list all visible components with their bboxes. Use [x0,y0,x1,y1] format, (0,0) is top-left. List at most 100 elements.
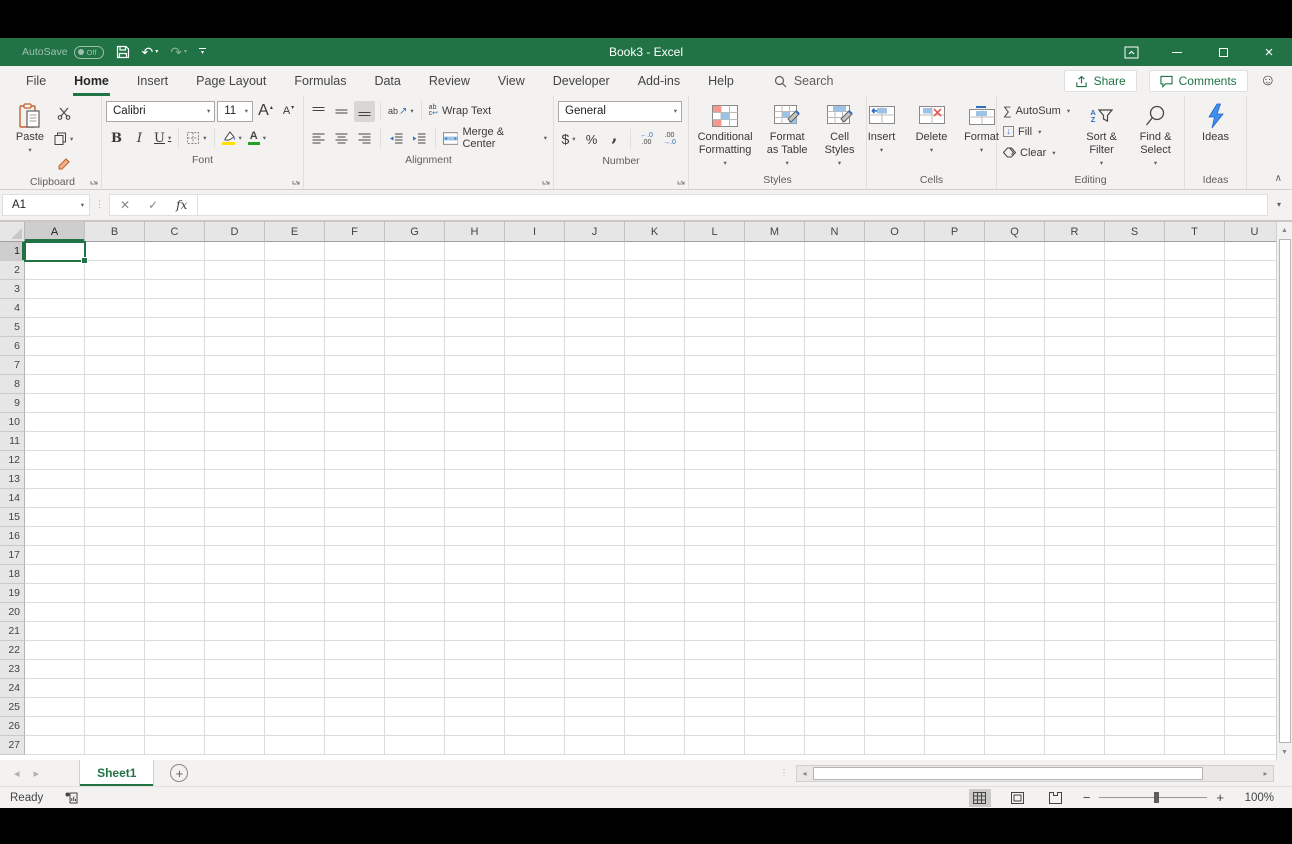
copy-button[interactable]: ▾ [52,128,75,149]
next-sheet-icon[interactable]: ▸ [34,767,40,780]
merge-center-button[interactable]: Merge & Center ▾ [441,128,549,149]
row-cells[interactable] [25,546,1276,565]
normal-view-button[interactable] [969,789,991,807]
scroll-down-icon[interactable]: ▼ [1277,744,1292,760]
grid[interactable]: ABCDEFGHIJKLMNOPQRSTU 123456789101112131… [0,222,1276,760]
row-cells[interactable] [25,394,1276,413]
delete-cells-button[interactable]: Delete ▾ [910,99,954,157]
borders-button[interactable]: ▾ [184,128,208,149]
tab-view[interactable]: View [484,66,539,96]
autosave-toggle[interactable]: AutoSave Off [22,46,104,59]
new-sheet-button[interactable]: + [170,764,188,782]
column-header-P[interactable]: P [925,222,985,242]
vertical-scroll-thumb[interactable] [1279,239,1291,743]
row-cells[interactable] [25,679,1276,698]
row-header-4[interactable]: 4 [0,299,25,318]
row-header-23[interactable]: 23 [0,660,25,679]
scroll-right-icon[interactable]: ▸ [1258,769,1273,778]
column-header-B[interactable]: B [85,222,145,242]
number-dialog-launcher[interactable] [677,177,685,185]
autosave-switch-icon[interactable]: Off [74,46,104,59]
name-box[interactable]: A1 ▾ [2,194,90,216]
orientation-button[interactable]: ab ↗ ▾ [386,101,416,122]
column-header-R[interactable]: R [1045,222,1105,242]
cut-button[interactable] [52,103,75,124]
align-left-button[interactable] [308,128,329,149]
column-header-G[interactable]: G [385,222,445,242]
zoom-slider[interactable] [1099,797,1207,798]
italic-button[interactable]: I [129,128,150,149]
minimize-button[interactable] [1154,38,1200,66]
zoom-level[interactable]: 100% [1240,792,1274,804]
row-cells[interactable] [25,356,1276,375]
align-right-button[interactable] [354,128,375,149]
zoom-out-button[interactable]: − [1083,790,1091,805]
share-button[interactable]: Share [1064,70,1137,92]
decrease-decimal-button[interactable]: .00→.0 [659,129,680,150]
column-header-D[interactable]: D [205,222,265,242]
insert-function-button[interactable]: fx [176,198,187,212]
ideas-button[interactable]: Ideas [1194,99,1238,144]
column-header-N[interactable]: N [805,222,865,242]
column-header-F[interactable]: F [325,222,385,242]
select-all-corner[interactable] [0,222,25,242]
row-header-26[interactable]: 26 [0,717,25,736]
column-header-C[interactable]: C [145,222,205,242]
expand-formula-bar-button[interactable]: ▾ [1268,194,1290,216]
row-header-18[interactable]: 18 [0,565,25,584]
fill-button[interactable]: ↓ Fill ▾ [1001,122,1072,141]
decrease-indent-button[interactable] [386,128,407,149]
column-header-K[interactable]: K [625,222,685,242]
wrap-text-button[interactable]: abc↩ Wrap Text [427,101,494,122]
row-header-2[interactable]: 2 [0,261,25,280]
sort-filter-button[interactable]: AZ Sort & Filter ▾ [1076,99,1127,170]
horizontal-scroll-thumb[interactable] [813,767,1203,780]
page-layout-view-button[interactable] [1007,789,1029,807]
row-header-16[interactable]: 16 [0,527,25,546]
page-break-preview-button[interactable] [1045,789,1067,807]
column-header-A[interactable]: A [25,222,85,242]
column-header-H[interactable]: H [445,222,505,242]
row-header-17[interactable]: 17 [0,546,25,565]
column-header-L[interactable]: L [685,222,745,242]
row-header-14[interactable]: 14 [0,489,25,508]
row-cells[interactable] [25,565,1276,584]
column-header-I[interactable]: I [505,222,565,242]
paste-button[interactable]: Paste ▾ [8,99,52,157]
tab-developer[interactable]: Developer [539,66,624,96]
tab-page-layout[interactable]: Page Layout [182,66,280,96]
row-header-1[interactable]: 1 [0,242,25,261]
zoom-slider-thumb[interactable] [1154,792,1159,803]
row-cells[interactable] [25,603,1276,622]
chevron-down-icon[interactable]: ▾ [184,49,187,55]
tab-home[interactable]: Home [60,66,123,96]
tab-formulas[interactable]: Formulas [280,66,360,96]
row-cells[interactable] [25,242,1276,261]
bottom-align-button[interactable] [354,101,375,122]
row-cells[interactable] [25,508,1276,527]
save-button[interactable] [116,45,130,59]
top-align-button[interactable] [308,101,329,122]
row-cells[interactable] [25,717,1276,736]
cell-styles-button[interactable]: Cell Styles ▾ [817,99,862,170]
row-header-11[interactable]: 11 [0,432,25,451]
column-header-E[interactable]: E [265,222,325,242]
row-cells[interactable] [25,337,1276,356]
clear-button[interactable]: Clear ▾ [1001,143,1072,162]
row-header-20[interactable]: 20 [0,603,25,622]
tab-file[interactable]: File [12,66,60,96]
comments-button[interactable]: Comments [1149,70,1248,92]
grow-font-button[interactable]: A▴ [255,101,276,122]
alignment-dialog-launcher[interactable] [542,177,550,185]
insert-cells-button[interactable]: Insert ▾ [860,99,904,157]
row-header-12[interactable]: 12 [0,451,25,470]
row-header-6[interactable]: 6 [0,337,25,356]
tab-add-ins[interactable]: Add-ins [624,66,694,96]
clipboard-dialog-launcher[interactable] [90,177,98,185]
chevron-down-icon[interactable]: ▾ [155,49,158,55]
vertical-scrollbar[interactable]: ▲ ▼ [1276,222,1292,760]
row-cells[interactable] [25,698,1276,717]
row-cells[interactable] [25,432,1276,451]
find-select-button[interactable]: Find & Select ▾ [1131,99,1180,170]
collapse-ribbon-button[interactable]: ∧ [1275,173,1282,184]
